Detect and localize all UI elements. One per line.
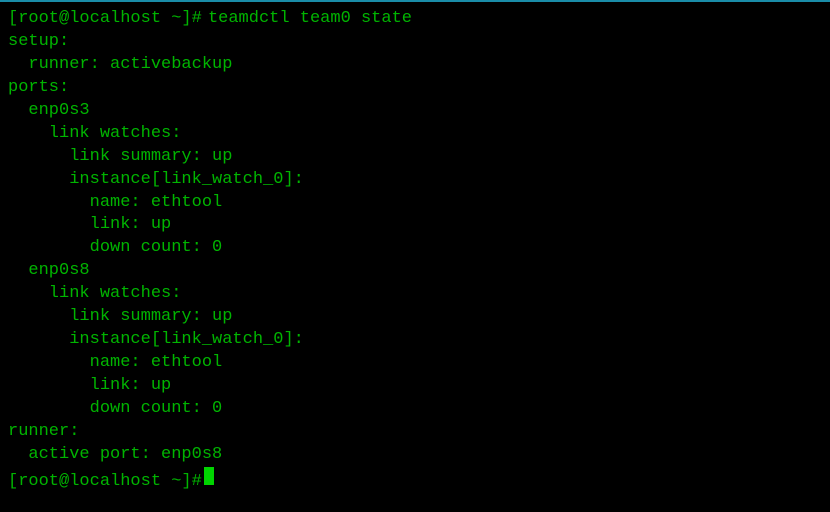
command-line-1: [root@localhost ~]# teamdctl team0 state (8, 8, 822, 31)
shell-prompt: [root@localhost ~]# (8, 471, 202, 494)
output-line: enp0s3 (8, 100, 822, 123)
output-line: link summary: up (8, 306, 822, 329)
output-line: enp0s8 (8, 260, 822, 283)
output-line: down count: 0 (8, 237, 822, 260)
cursor-icon (204, 467, 214, 485)
output-line: link watches: (8, 283, 822, 306)
command-text: teamdctl team0 state (208, 8, 412, 31)
shell-prompt: [root@localhost ~]# (8, 8, 202, 31)
terminal-window[interactable]: [root@localhost ~]# teamdctl team0 state… (0, 2, 830, 500)
output-line: link: up (8, 214, 822, 237)
output-line: name: ethtool (8, 192, 822, 215)
output-line: instance[link_watch_0]: (8, 169, 822, 192)
output-line: link: up (8, 375, 822, 398)
output-line: link summary: up (8, 146, 822, 169)
output-line: link watches: (8, 123, 822, 146)
output-line: ports: (8, 77, 822, 100)
output-line: name: ethtool (8, 352, 822, 375)
command-line-2[interactable]: [root@localhost ~]# (8, 467, 822, 494)
output-line: down count: 0 (8, 398, 822, 421)
output-line: runner: (8, 421, 822, 444)
output-line: runner: activebackup (8, 54, 822, 77)
output-line: active port: enp0s8 (8, 444, 822, 467)
output-line: instance[link_watch_0]: (8, 329, 822, 352)
output-line: setup: (8, 31, 822, 54)
